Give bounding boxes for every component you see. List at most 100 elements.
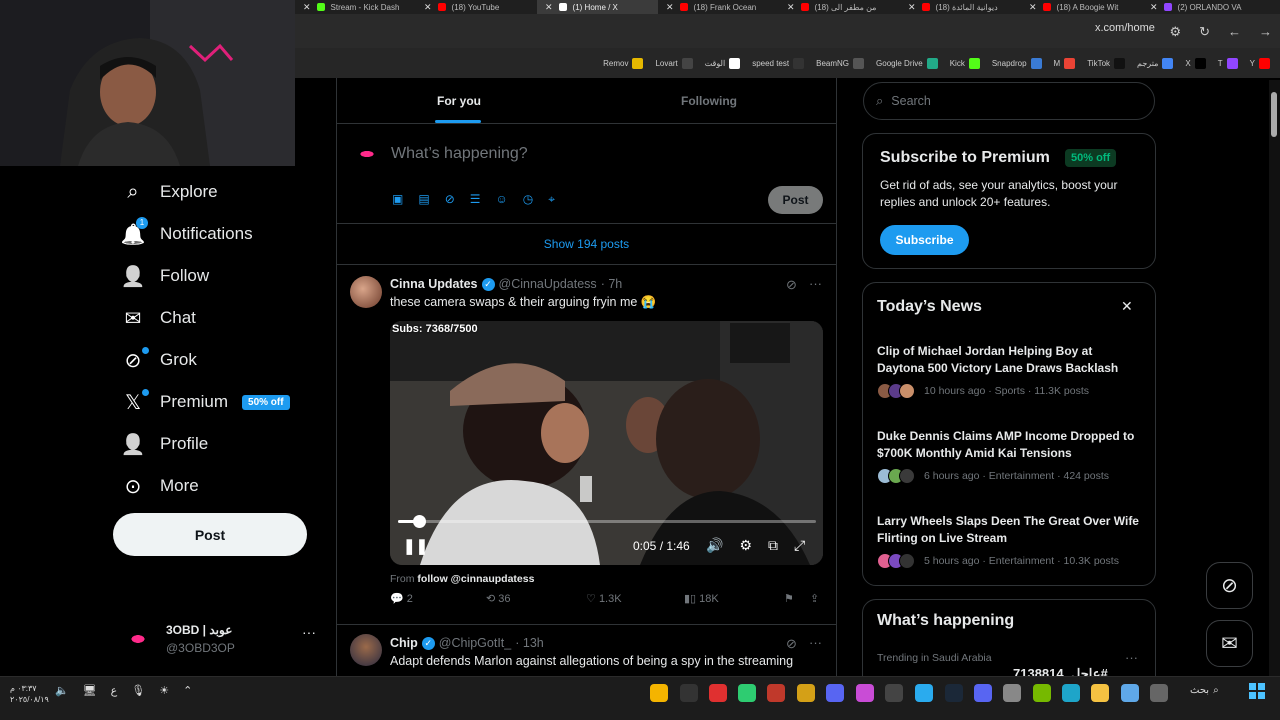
app-icon[interactable] bbox=[1150, 684, 1168, 702]
close-tab-icon[interactable]: ✕ bbox=[1150, 2, 1158, 13]
views-button[interactable]: ▮▯ 18K bbox=[684, 592, 719, 605]
nav-item-more[interactable]: ⊙ More bbox=[120, 471, 199, 501]
browser-tab[interactable]: ✕ (2) ORLANDO VA bbox=[1142, 0, 1263, 14]
post-button[interactable]: Post bbox=[113, 513, 307, 556]
tweet-author-name[interactable]: Cinna Updates bbox=[390, 277, 478, 291]
composer-input[interactable]: What’s happening? bbox=[391, 145, 528, 163]
search-input[interactable]: Search bbox=[891, 94, 931, 108]
steam-icon[interactable] bbox=[945, 684, 963, 702]
chrome-icon[interactable] bbox=[650, 684, 668, 702]
more-dots-icon[interactable]: ··· bbox=[809, 635, 822, 650]
app-icon[interactable] bbox=[797, 684, 815, 702]
site-settings-icon[interactable]: ⚙ bbox=[1169, 24, 1181, 40]
browser-tab[interactable]: ✕ (18) YouTube bbox=[416, 0, 537, 14]
bookmark-item[interactable]: Lovart bbox=[655, 57, 693, 69]
bookmark-item[interactable]: مترجم bbox=[1137, 57, 1174, 69]
location-icon[interactable]: ⌖ bbox=[548, 192, 555, 207]
bookmark-icon[interactable]: ⚑ bbox=[784, 592, 794, 605]
app-icon[interactable] bbox=[1003, 684, 1021, 702]
app-icon[interactable] bbox=[826, 684, 844, 702]
grok-float-button[interactable]: ⊘ bbox=[1206, 562, 1253, 609]
windows-start-icon[interactable] bbox=[1249, 683, 1265, 699]
app-icon[interactable] bbox=[738, 684, 756, 702]
app-icon[interactable] bbox=[856, 684, 874, 702]
browser-tab[interactable]: ✕ (18) A Boogie Wit bbox=[1021, 0, 1142, 14]
bookmark-item[interactable]: Snapdrop bbox=[992, 57, 1042, 69]
like-button[interactable]: ♡ 1.3K bbox=[586, 592, 622, 605]
bookmark-item[interactable]: الوقت bbox=[705, 57, 741, 69]
epic-games-icon[interactable] bbox=[680, 684, 698, 702]
close-tab-icon[interactable]: ✕ bbox=[303, 2, 311, 13]
tweet-time[interactable]: · 13h bbox=[515, 636, 544, 650]
grok-icon[interactable]: ⊘ bbox=[445, 192, 455, 207]
close-tab-icon[interactable]: ✕ bbox=[666, 2, 674, 13]
pause-icon[interactable]: ❚❚ bbox=[403, 537, 428, 555]
bookmark-item[interactable]: Remov bbox=[603, 57, 644, 69]
video-progress-track[interactable] bbox=[398, 520, 816, 523]
browser-tab[interactable]: ✕ (18) من مطفر الى bbox=[779, 0, 900, 14]
reload-icon[interactable]: ↻ bbox=[1199, 24, 1210, 40]
grok-icon[interactable]: ⊘ bbox=[786, 636, 797, 652]
schedule-icon[interactable]: ◷ bbox=[523, 192, 533, 207]
share-icon[interactable]: ⇪ bbox=[810, 592, 819, 605]
nav-item-grok[interactable]: ⊘ Grok bbox=[120, 345, 197, 375]
browser-tab[interactable]: ✕ (18) ديوانية المائدة bbox=[900, 0, 1021, 14]
poll-icon[interactable]: ☰ bbox=[470, 192, 481, 207]
taskbar-search[interactable]: بحث ⌕ bbox=[1190, 685, 1219, 696]
bookmark-item[interactable]: Y bbox=[1250, 57, 1270, 69]
address-bar[interactable]: x.com/home bbox=[1095, 22, 1155, 34]
close-icon[interactable]: ✕ bbox=[1121, 298, 1133, 315]
video-source-link[interactable]: follow @cinnaupdatess bbox=[417, 573, 534, 585]
close-tab-icon[interactable]: ✕ bbox=[545, 2, 553, 13]
folder-icon[interactable] bbox=[1091, 684, 1109, 702]
nav-item-chat[interactable]: ✉ Chat bbox=[120, 303, 196, 333]
browser-tab[interactable]: ✕ Stream - Kick Dash bbox=[295, 0, 416, 14]
more-dots-icon[interactable]: ··· bbox=[302, 624, 316, 640]
subscribe-button[interactable]: Subscribe bbox=[880, 225, 969, 255]
more-dots-icon[interactable]: ··· bbox=[809, 276, 822, 291]
tweet-author-name[interactable]: Chip bbox=[390, 636, 418, 650]
volume-icon[interactable]: 🔊 bbox=[706, 537, 723, 554]
discord-icon[interactable] bbox=[974, 684, 992, 702]
tab-for-you[interactable]: For you bbox=[437, 94, 481, 108]
tweet-time[interactable]: · 7h bbox=[601, 277, 623, 291]
bookmark-item[interactable]: BeamNG bbox=[816, 57, 865, 69]
bookmark-item[interactable]: TikTok bbox=[1087, 57, 1126, 69]
fullscreen-icon[interactable]: ⤢ bbox=[794, 537, 805, 554]
brightness-icon[interactable]: ☀ bbox=[159, 684, 169, 697]
pip-icon[interactable]: ⧉ bbox=[768, 537, 778, 554]
more-dots-icon[interactable]: ··· bbox=[1125, 650, 1138, 665]
account-switcher[interactable]: 3OBD | عوبد @3OBD3OP ··· bbox=[120, 620, 320, 660]
tweet-video[interactable]: Subs: 7368/7500 ❚❚ 0:05 / 1:46 🔊 ⚙ ⧉ ⤢ bbox=[390, 321, 823, 565]
messages-float-button[interactable]: ✉ bbox=[1206, 620, 1253, 667]
app-icon[interactable] bbox=[709, 684, 727, 702]
scrollbar-thumb[interactable] bbox=[1271, 92, 1277, 137]
app-icon[interactable] bbox=[1121, 684, 1139, 702]
browser-tab[interactable]: ✕ (1) Home / X bbox=[537, 0, 658, 14]
language-indicator[interactable]: ع bbox=[111, 684, 118, 697]
bookmark-item[interactable]: X bbox=[1185, 57, 1206, 69]
reply-button[interactable]: 💬 2 bbox=[390, 592, 413, 605]
bookmark-item[interactable]: M bbox=[1054, 57, 1076, 69]
news-item[interactable]: Duke Dennis Claims AMP Income Dropped to… bbox=[877, 428, 1143, 484]
nav-item-explore[interactable]: ⌕ Explore bbox=[120, 177, 217, 207]
close-tab-icon[interactable]: ✕ bbox=[1029, 2, 1037, 13]
gif-icon[interactable]: ▤ bbox=[418, 192, 429, 207]
microphone-icon[interactable]: 🎙 bbox=[131, 684, 145, 697]
app-icon[interactable] bbox=[885, 684, 903, 702]
close-tab-icon[interactable]: ✕ bbox=[424, 2, 432, 13]
nav-item-premium[interactable]: 𝕏 Premium 50% off bbox=[120, 387, 290, 417]
tweet-author-handle[interactable]: @CinnaUpdatess bbox=[499, 277, 597, 291]
browser-tab[interactable]: ✕ (18) Frank Ocean bbox=[658, 0, 779, 14]
telegram-icon[interactable] bbox=[915, 684, 933, 702]
tweet-avatar[interactable] bbox=[350, 634, 382, 666]
page-scrollbar[interactable] bbox=[1269, 80, 1280, 676]
tweet-avatar[interactable] bbox=[350, 276, 382, 308]
edge-icon[interactable] bbox=[1062, 684, 1080, 702]
bookmark-item[interactable]: speed test bbox=[752, 57, 805, 69]
bookmark-item[interactable]: Kick bbox=[950, 57, 980, 69]
bookmark-item[interactable]: Google Drive bbox=[876, 57, 938, 69]
forward-icon[interactable]: → bbox=[1259, 24, 1272, 40]
search-box[interactable]: ⌕ Search bbox=[863, 82, 1155, 120]
nav-item-follow[interactable]: 👤 Follow bbox=[120, 261, 210, 291]
